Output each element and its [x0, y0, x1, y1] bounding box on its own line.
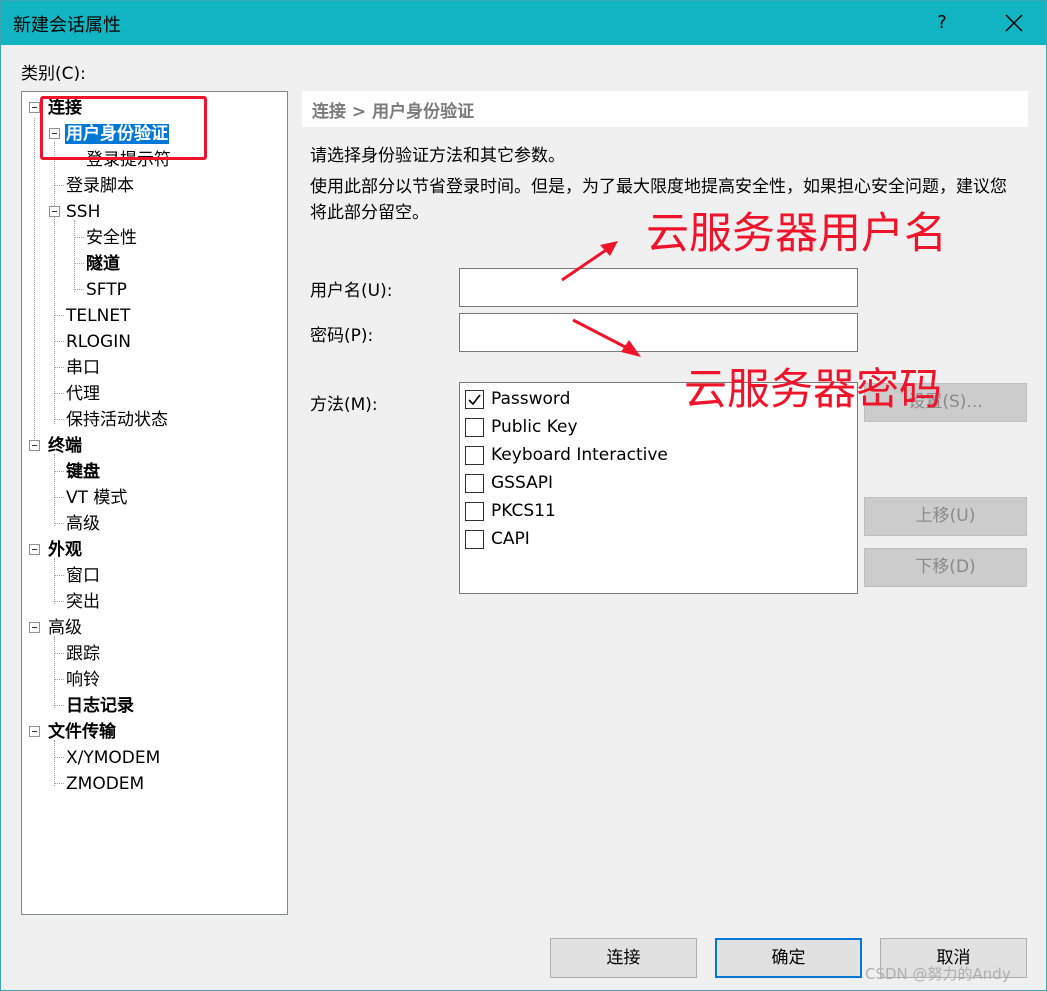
tree-item-label: 串口 [66, 358, 100, 378]
tree-item-keepalive[interactable]: 保持活动状态 [65, 407, 169, 433]
move-down-button[interactable]: 下移(D) [864, 548, 1027, 587]
tree-item-label: 响铃 [66, 670, 100, 690]
tree-item-file-transfer[interactable]: 文件传输 [47, 719, 117, 745]
username-label: 用户名(U): [310, 281, 393, 301]
tree-item-label: 窗口 [66, 566, 100, 586]
tree-item-label: TELNET [66, 306, 131, 326]
method-item-label: GSSAPI [491, 473, 553, 493]
window-title: 新建会话属性 [13, 15, 121, 36]
breadcrumb: 连接 > 用户身份验证 [312, 102, 475, 122]
tree-item-highlight[interactable]: 突出 [65, 589, 101, 615]
close-icon [1005, 14, 1023, 32]
connect-button[interactable]: 连接 [550, 938, 697, 978]
watermark: CSDN @努力的Andy [865, 965, 1011, 983]
method-item-label: CAPI [491, 529, 530, 549]
tree-item-label: 隧道 [86, 254, 120, 274]
tree-item-label: 登录脚本 [66, 176, 134, 196]
tree-item-label: X/YMODEM [66, 748, 161, 768]
help-button[interactable]: ? [922, 1, 962, 45]
ok-button[interactable]: 确定 [715, 938, 862, 978]
close-button[interactable] [991, 1, 1037, 45]
checkbox-checked[interactable] [465, 390, 484, 409]
tree-item-terminal-advanced[interactable]: 高级 [65, 511, 101, 537]
collapse-icon[interactable] [29, 440, 40, 451]
tree-item-label: 日志记录 [66, 696, 134, 716]
category-tree[interactable]: 连接 用户身份验证 登录提示符 登录脚本 SSH 安全性 隧道 SFTP TEL… [21, 91, 288, 915]
tree-item-bell[interactable]: 响铃 [65, 667, 101, 693]
tree-item-label: SSH [66, 202, 101, 222]
tree-item-label: RLOGIN [66, 332, 131, 352]
tree-item-label: 保持活动状态 [66, 410, 168, 430]
tree-item-label: VT 模式 [66, 488, 128, 508]
method-label: 方法(M): [310, 395, 378, 415]
password-input[interactable] [459, 313, 858, 352]
panel-header: 连接 > 用户身份验证 [302, 91, 1028, 127]
tree-item-keyboard[interactable]: 键盘 [65, 459, 101, 485]
tree-item-serial[interactable]: 串口 [65, 355, 101, 381]
tree-item-tunnel[interactable]: 隧道 [85, 251, 121, 277]
tree-item-vt-mode[interactable]: VT 模式 [65, 485, 128, 511]
tree-item-label: 突出 [66, 592, 100, 612]
checkmark-icon [468, 394, 481, 406]
tree-item-appearance[interactable]: 外观 [47, 537, 83, 563]
collapse-icon[interactable] [29, 544, 40, 555]
arrow-annotation-icon [561, 241, 618, 282]
method-item-label: PKCS11 [491, 501, 556, 521]
collapse-icon[interactable] [29, 622, 40, 633]
username-input[interactable] [459, 268, 858, 307]
tree-item-label: 安全性 [86, 228, 137, 248]
tree-item-telnet[interactable]: TELNET [65, 303, 131, 329]
method-item-label: Public Key [491, 417, 578, 437]
tree-item-label: 外观 [48, 540, 82, 560]
tree-item-terminal[interactable]: 终端 [47, 433, 83, 459]
tree-item-label: 键盘 [66, 462, 100, 482]
tree-item-label: 终端 [48, 436, 82, 456]
tree-item-rlogin[interactable]: RLOGIN [65, 329, 132, 355]
tree-item-security[interactable]: 安全性 [85, 225, 138, 251]
username-annotation: 云服务器用户名 [646, 209, 947, 259]
tree-item-logging[interactable]: 日志记录 [65, 693, 135, 719]
tree-item-label: SFTP [86, 280, 127, 300]
panel-description: 请选择身份验证方法和其它参数。 [310, 146, 565, 166]
checkbox[interactable] [465, 530, 484, 549]
tree-item-login-script[interactable]: 登录脚本 [65, 173, 135, 199]
collapse-icon[interactable] [49, 206, 60, 217]
tree-item-label: 跟踪 [66, 644, 100, 664]
tree-item-proxy[interactable]: 代理 [65, 381, 101, 407]
tree-item-advanced[interactable]: 高级 [47, 615, 83, 641]
tree-item-label: ZMODEM [66, 774, 145, 794]
checkbox[interactable] [465, 502, 484, 521]
password-annotation: 云服务器密码 [684, 365, 942, 415]
move-up-button[interactable]: 上移(U) [864, 497, 1027, 536]
checkbox[interactable] [465, 474, 484, 493]
tree-item-trace[interactable]: 跟踪 [65, 641, 101, 667]
tree-item-sftp[interactable]: SFTP [85, 277, 128, 303]
tree-item-window[interactable]: 窗口 [65, 563, 101, 589]
checkbox[interactable] [465, 418, 484, 437]
collapse-icon[interactable] [29, 726, 40, 737]
tree-item-ssh[interactable]: SSH [65, 199, 101, 225]
arrow-annotation-icon [572, 318, 641, 357]
tree-item-label: 高级 [48, 618, 82, 638]
category-label: 类别(C): [21, 64, 86, 84]
tree-item-label: 文件传输 [48, 722, 116, 742]
password-label: 密码(P): [310, 326, 374, 346]
highlight-annotation-box [40, 96, 207, 160]
checkbox[interactable] [465, 446, 484, 465]
title-bar: 新建会话属性 ? [1, 1, 1046, 45]
tree-item-label: 高级 [66, 514, 100, 534]
method-item-label: Keyboard Interactive [491, 445, 668, 465]
tree-item-zmodem[interactable]: ZMODEM [65, 771, 145, 797]
tree-item-xymodem[interactable]: X/YMODEM [65, 745, 161, 771]
collapse-icon[interactable] [29, 102, 40, 113]
tree-item-label: 代理 [66, 384, 100, 404]
dialog-window: 新建会话属性 ? 类别(C): 连接 用户身份验证 登录提示符 登录脚本 SSH… [0, 0, 1047, 991]
method-item-label: Password [491, 389, 571, 409]
